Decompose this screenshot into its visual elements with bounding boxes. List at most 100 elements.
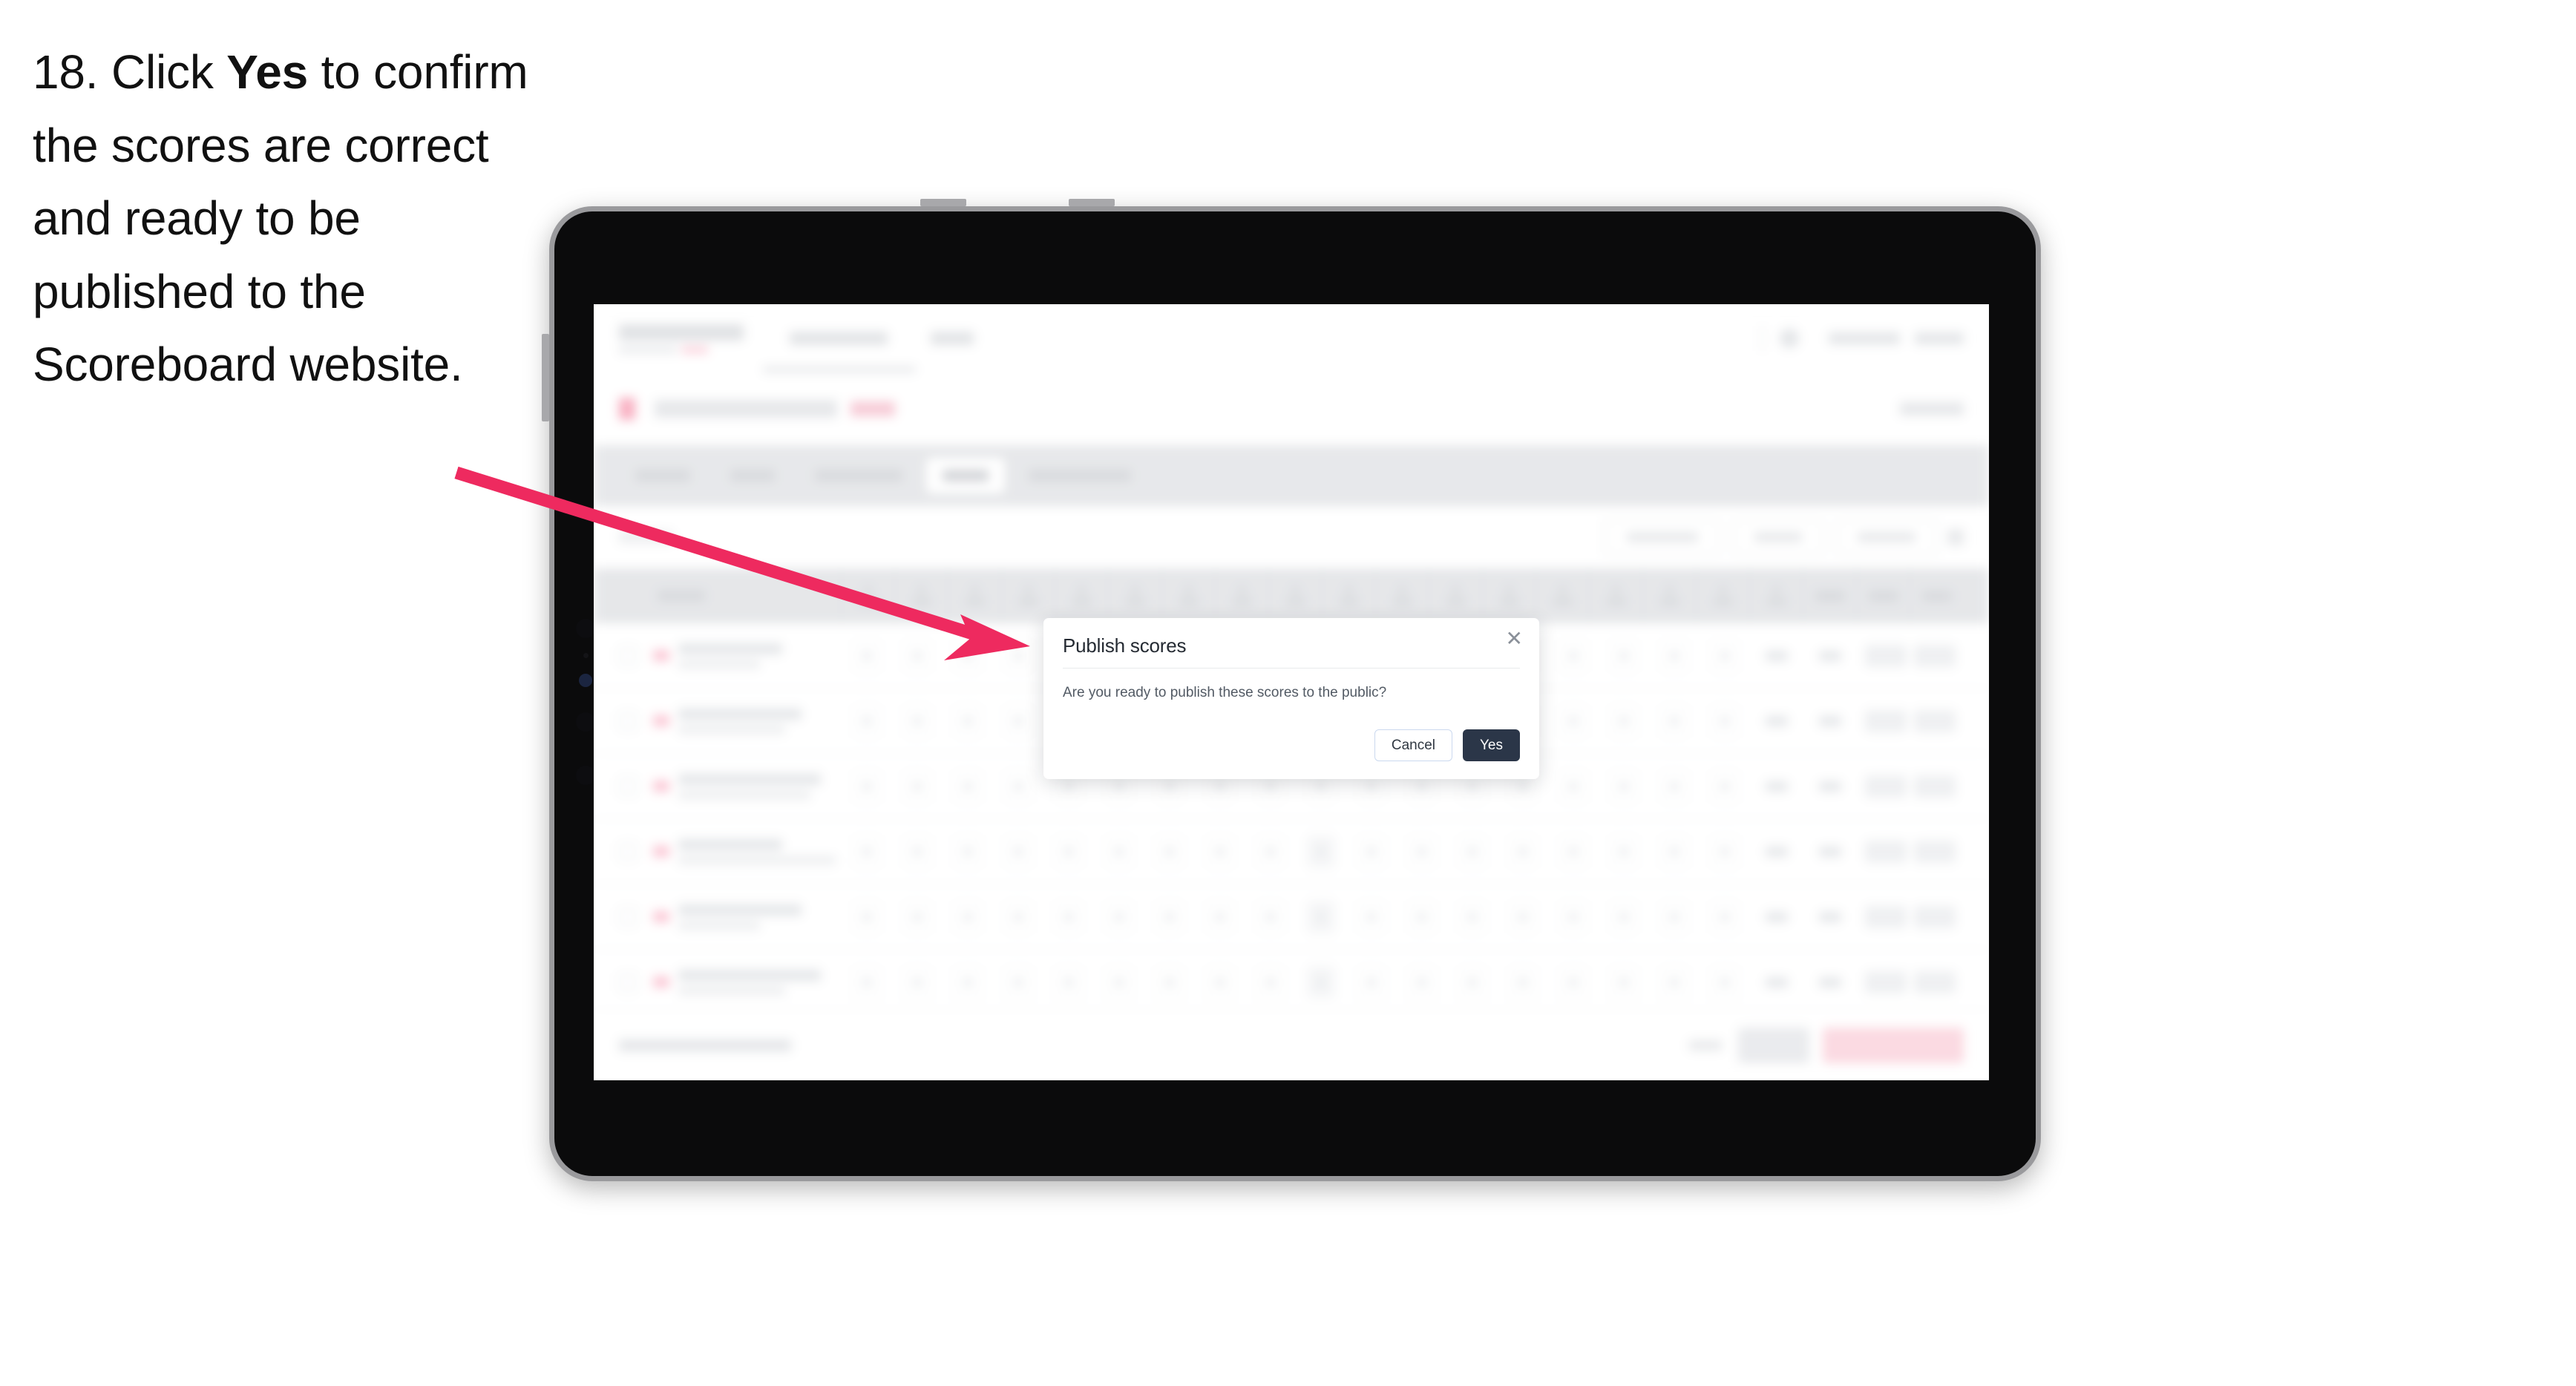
cell-hole-18[interactable] [1700, 705, 1750, 737]
score-input[interactable] [853, 966, 880, 998]
score-input[interactable] [954, 640, 981, 671]
cell-hole-2[interactable] [892, 901, 943, 933]
avatar[interactable] [1780, 329, 1799, 348]
score-input[interactable] [1661, 770, 1688, 802]
table-row[interactable] [594, 819, 1989, 884]
cell-hole-7[interactable] [1144, 901, 1195, 933]
cell-hole-17[interactable] [1649, 705, 1700, 737]
score-input[interactable] [1257, 901, 1284, 933]
score-input[interactable] [1106, 901, 1133, 933]
score-input[interactable] [1106, 835, 1133, 867]
score-input[interactable] [1358, 966, 1385, 998]
score-input[interactable] [904, 901, 931, 933]
cell-hole-11[interactable] [1346, 901, 1397, 933]
row-action-view[interactable] [1914, 970, 1956, 993]
score-input[interactable] [1560, 835, 1587, 867]
cell-hole-15[interactable] [1548, 640, 1599, 671]
cell-hole-16[interactable] [1599, 770, 1649, 802]
score-input[interactable] [1005, 640, 1032, 671]
score-input[interactable] [1207, 966, 1233, 998]
row-checkbox[interactable] [619, 777, 637, 795]
score-input[interactable] [1711, 901, 1738, 933]
cell-hole-15[interactable] [1548, 835, 1599, 867]
cell-hole-18[interactable] [1700, 835, 1750, 867]
score-input[interactable] [1510, 966, 1536, 998]
cell-hole-13[interactable] [1447, 835, 1498, 867]
cell-hole-18[interactable] [1700, 901, 1750, 933]
score-input[interactable] [1560, 770, 1587, 802]
cell-hole-2[interactable] [892, 966, 943, 998]
row-checkbox[interactable] [619, 973, 637, 991]
score-input[interactable] [1610, 705, 1637, 737]
score-input[interactable] [1358, 901, 1385, 933]
event-header-action[interactable] [1900, 402, 1964, 416]
score-input[interactable] [1610, 966, 1637, 998]
yes-button[interactable]: Yes [1463, 729, 1520, 761]
cell-hole-1[interactable] [842, 966, 892, 998]
score-input[interactable] [1005, 705, 1032, 737]
row-checkbox[interactable] [619, 842, 637, 861]
row-action-view[interactable] [1914, 775, 1956, 798]
score-input[interactable] [1610, 835, 1637, 867]
cell-hole-2[interactable] [892, 835, 943, 867]
score-input[interactable] [954, 705, 981, 737]
cell-hole-7[interactable] [1144, 966, 1195, 998]
cell-hole-10[interactable] [1296, 835, 1346, 867]
tab-details[interactable] [619, 458, 707, 493]
nav-item-signout[interactable] [1915, 332, 1964, 344]
score-input[interactable] [954, 770, 981, 802]
cell-hole-8[interactable] [1195, 901, 1245, 933]
score-input[interactable] [904, 835, 931, 867]
score-input[interactable] [1661, 901, 1688, 933]
cell-hole-17[interactable] [1649, 901, 1700, 933]
cell-hole-16[interactable] [1599, 966, 1649, 998]
cell-hole-10[interactable] [1296, 966, 1346, 998]
cell-hole-12[interactable] [1397, 835, 1447, 867]
score-input[interactable] [1610, 640, 1637, 671]
cell-hole-2[interactable] [892, 705, 943, 737]
row-action-edit[interactable] [1865, 970, 1907, 993]
search-input[interactable] [619, 531, 672, 543]
score-input[interactable] [1711, 640, 1738, 671]
filter-dropdown-3[interactable] [1836, 519, 1937, 556]
score-input[interactable] [1055, 966, 1082, 998]
cell-hole-11[interactable] [1346, 966, 1397, 998]
nav-item-account[interactable] [1829, 332, 1900, 344]
row-action-edit[interactable] [1865, 840, 1907, 863]
score-input[interactable] [1661, 640, 1688, 671]
cell-hole-4[interactable] [993, 705, 1043, 737]
cell-hole-4[interactable] [993, 835, 1043, 867]
score-input[interactable] [1106, 966, 1133, 998]
cell-hole-1[interactable] [842, 770, 892, 802]
cell-hole-9[interactable] [1245, 901, 1296, 933]
score-input[interactable] [1005, 770, 1032, 802]
row-action-edit[interactable] [1865, 709, 1907, 732]
cell-hole-2[interactable] [892, 640, 943, 671]
score-input[interactable] [1459, 966, 1486, 998]
score-input[interactable] [904, 770, 931, 802]
row-action-edit[interactable] [1865, 775, 1907, 798]
cell-hole-17[interactable] [1649, 640, 1700, 671]
tab-leaderboard[interactable] [1012, 458, 1147, 493]
score-input[interactable] [1661, 966, 1688, 998]
cell-hole-4[interactable] [993, 770, 1043, 802]
scoreboard-logo[interactable] [619, 323, 747, 353]
save-button[interactable] [1738, 1027, 1809, 1063]
cell-hole-12[interactable] [1397, 966, 1447, 998]
score-input[interactable] [954, 966, 981, 998]
cell-hole-13[interactable] [1447, 966, 1498, 998]
score-input[interactable] [1560, 966, 1587, 998]
row-checkbox[interactable] [619, 646, 637, 665]
score-input[interactable] [1257, 966, 1284, 998]
cell-hole-16[interactable] [1599, 640, 1649, 671]
cell-hole-17[interactable] [1649, 770, 1700, 802]
score-input[interactable] [1005, 966, 1032, 998]
score-input[interactable] [1711, 835, 1738, 867]
cell-hole-4[interactable] [993, 901, 1043, 933]
score-input[interactable] [904, 966, 931, 998]
score-input[interactable] [1510, 835, 1536, 867]
tab-results[interactable] [926, 458, 1005, 493]
cell-hole-13[interactable] [1447, 901, 1498, 933]
row-action-view[interactable] [1914, 840, 1956, 863]
cell-hole-17[interactable] [1649, 835, 1700, 867]
